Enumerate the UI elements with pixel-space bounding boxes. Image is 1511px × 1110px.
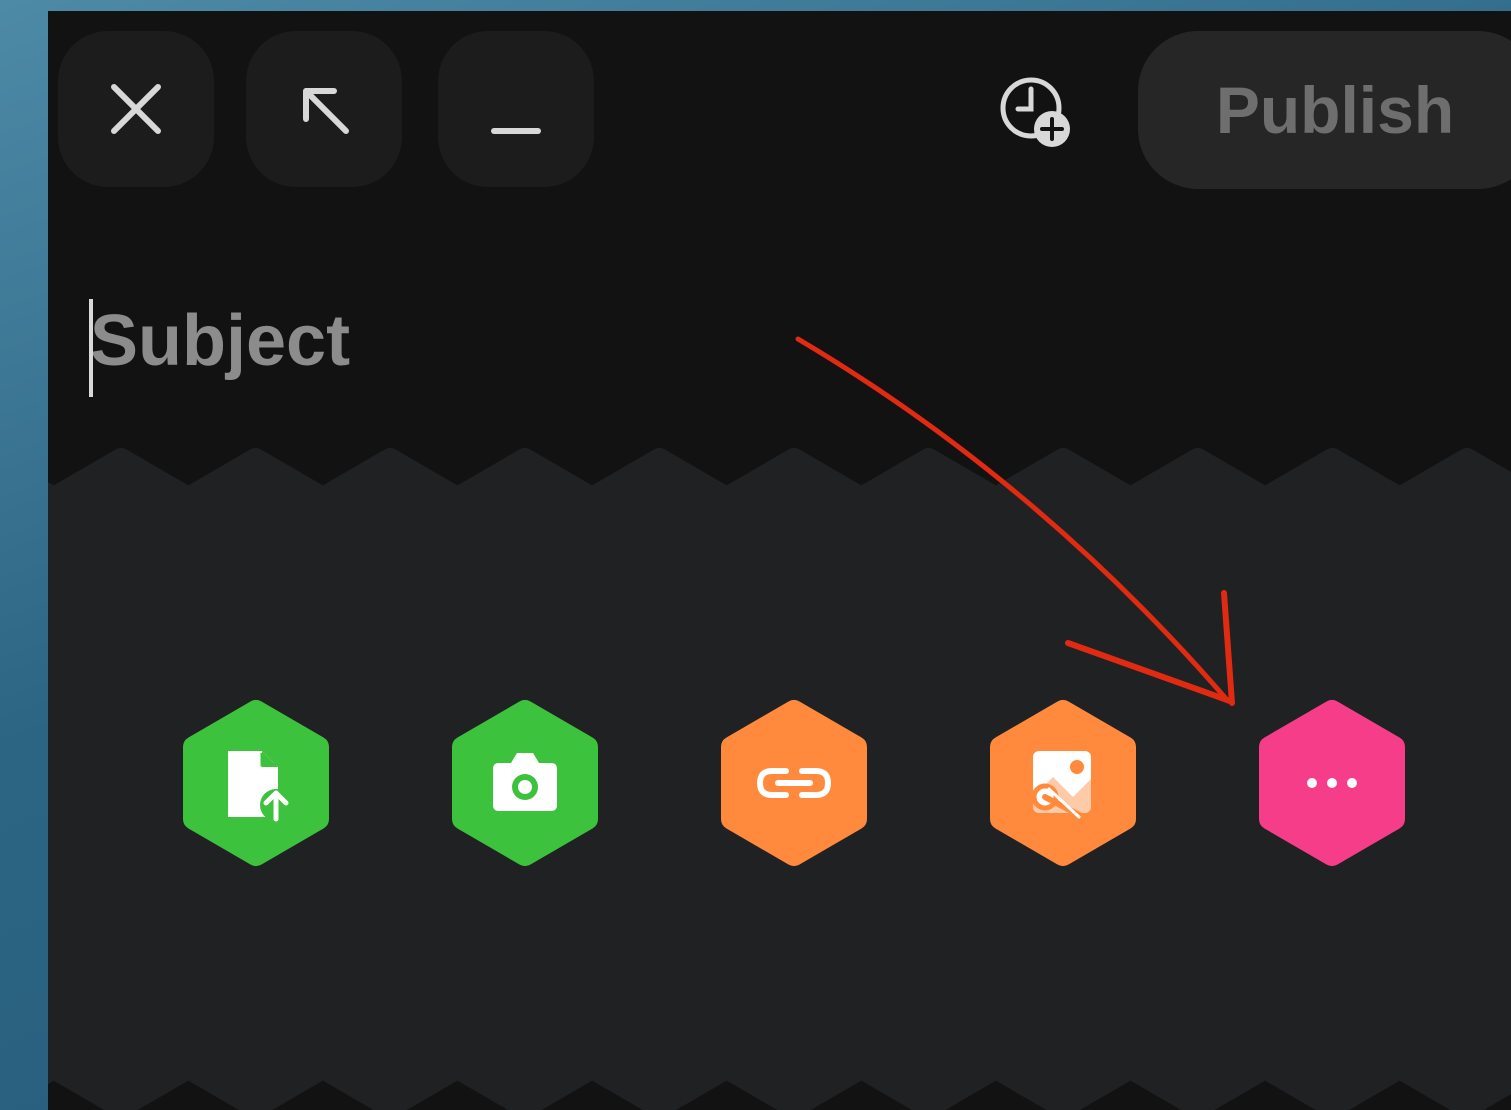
hex-cell [934, 585, 1058, 729]
hex-cell [934, 837, 1058, 981]
hex-cell [1270, 459, 1394, 603]
image-edit-button[interactable] [1001, 711, 1125, 855]
hex-cell [194, 963, 318, 1107]
hex-cell [1136, 459, 1260, 603]
hex-cell [867, 711, 991, 855]
more-options-button[interactable] [1270, 711, 1394, 855]
hex-cell [530, 837, 654, 981]
hex-cell [261, 585, 385, 729]
hex-cell [732, 963, 856, 1107]
hex-cell [463, 459, 587, 603]
hex-cell [799, 585, 923, 729]
more-icon [1307, 778, 1357, 788]
hex-cell [48, 585, 115, 729]
hex-cell [597, 711, 721, 855]
hex-cell [59, 459, 183, 603]
hex-cell [664, 585, 788, 729]
hex-cell [1405, 711, 1511, 855]
link-button[interactable] [732, 711, 856, 855]
hex-cell [530, 585, 654, 729]
hex-cell [1405, 963, 1511, 1107]
hex-cell [1136, 963, 1260, 1107]
image-edit-icon [1031, 751, 1091, 820]
hex-cell [732, 459, 856, 603]
hex-cell [59, 711, 183, 855]
camera-button[interactable] [463, 711, 587, 855]
hex-cell [664, 837, 788, 981]
hex-cell [328, 963, 452, 1107]
hex-cell [59, 963, 183, 1107]
hex-cell [261, 837, 385, 981]
hex-cell [194, 459, 318, 603]
hex-cell [1270, 963, 1394, 1107]
hex-cell [395, 837, 519, 981]
hex-cell [1068, 837, 1192, 981]
hex-cell [1203, 837, 1327, 981]
hex-cell [1203, 585, 1327, 729]
hex-cell [1405, 459, 1511, 603]
hex-cell [126, 837, 250, 981]
hex-cell [1136, 711, 1260, 855]
hex-cell [48, 837, 115, 981]
hex-cell [463, 963, 587, 1107]
hex-cell [867, 963, 991, 1107]
hex-cell [126, 585, 250, 729]
compose-window: Publish [48, 11, 1511, 1110]
hex-cell [1337, 585, 1461, 729]
hex-cell [395, 585, 519, 729]
hex-cell [597, 459, 721, 603]
hex-cell [1337, 837, 1461, 981]
hex-cell [799, 837, 923, 981]
hex-cell [328, 459, 452, 603]
hex-cell [328, 711, 452, 855]
file-upload-button[interactable] [194, 711, 318, 855]
action-hex-grid [48, 11, 1511, 1110]
hex-cell [867, 459, 991, 603]
hex-cell [597, 963, 721, 1107]
hex-cell [1001, 459, 1125, 603]
hex-cell [1068, 585, 1192, 729]
hex-cell [1001, 963, 1125, 1107]
